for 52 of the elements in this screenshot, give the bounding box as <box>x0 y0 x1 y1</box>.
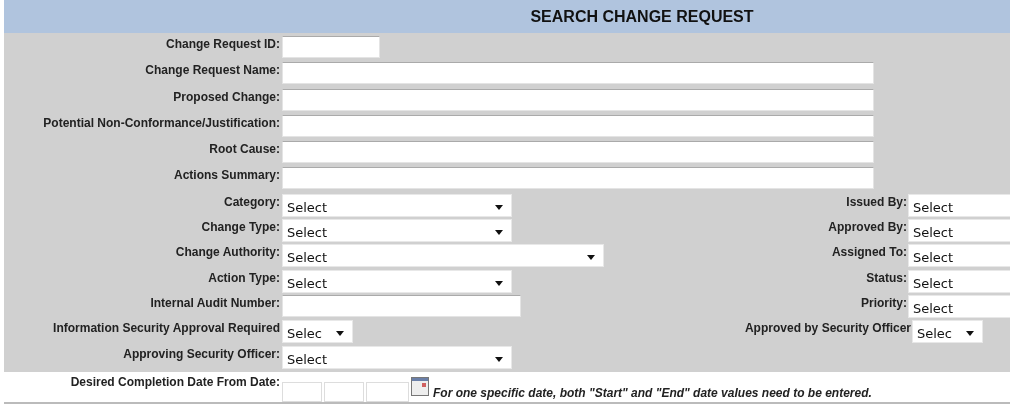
field-label: Issued By: <box>846 193 907 209</box>
text-field[interactable] <box>282 294 521 317</box>
dropdown[interactable]: Select <box>282 193 512 217</box>
text-field[interactable] <box>282 62 874 85</box>
text-field[interactable] <box>282 114 874 137</box>
caret-icon <box>966 331 974 337</box>
field-label: Approved by Security Officer <box>744 320 911 336</box>
field-label: Change Request Name: <box>144 62 280 78</box>
caret-icon <box>587 255 595 261</box>
field-label: Change Authority: <box>174 244 280 260</box>
field-label: Approved By: <box>828 219 907 235</box>
dropdown[interactable]: Select <box>282 345 512 369</box>
field-label: Change Request ID: <box>165 36 280 51</box>
calendar-icon[interactable] <box>411 377 429 396</box>
field-label: Root Cause: <box>208 141 280 157</box>
date-field[interactable] <box>366 382 409 402</box>
field-label: Actions Summary: <box>172 167 280 183</box>
dropdown[interactable]: Select <box>908 219 1010 243</box>
page-title: SEARCH CHANGE REQUEST <box>530 7 754 26</box>
dropdown[interactable]: Select <box>282 269 512 293</box>
field-label: Priority: <box>861 294 907 310</box>
dropdown[interactable]: Select <box>908 244 1010 268</box>
dropdown[interactable]: Select <box>908 269 1010 293</box>
date-field[interactable] <box>282 382 322 402</box>
dropdown[interactable]: Select <box>908 193 1010 217</box>
field-label: Status: <box>866 269 907 285</box>
field-label: Change Type: <box>200 219 280 235</box>
field-label: Action Type: <box>207 269 280 285</box>
dropdown[interactable]: Select <box>282 244 604 268</box>
text-field[interactable] <box>282 167 874 190</box>
field-label: Approving Security Officer: <box>122 345 280 361</box>
caret-icon <box>495 204 503 210</box>
text-field[interactable] <box>282 36 380 58</box>
dropdown[interactable]: Select <box>282 219 512 243</box>
dropdown[interactable]: Selec <box>282 320 353 344</box>
dropdown[interactable]: Select <box>908 294 1010 318</box>
field-label: Information Security Approval Required <box>52 320 280 336</box>
dropdown[interactable]: Selec <box>912 320 983 344</box>
caret-icon <box>495 280 503 286</box>
date-field[interactable] <box>324 382 364 402</box>
caret-icon <box>495 356 503 362</box>
date-note: For one specific date, both "Start" and "End" date values need to be entered. <box>433 386 872 400</box>
field-label: Category: <box>223 193 280 209</box>
caret-icon <box>336 331 344 337</box>
field-label: Desired Completion Date From Date: <box>69 374 280 389</box>
field-label: Internal Audit Number: <box>149 294 280 310</box>
field-label: Proposed Change: <box>172 88 280 104</box>
text-field[interactable] <box>282 88 874 111</box>
caret-icon <box>495 230 503 236</box>
field-label: Potential Non-Conformance/Justification: <box>42 114 280 130</box>
text-field[interactable] <box>282 141 874 164</box>
field-label: Assigned To: <box>831 244 907 260</box>
